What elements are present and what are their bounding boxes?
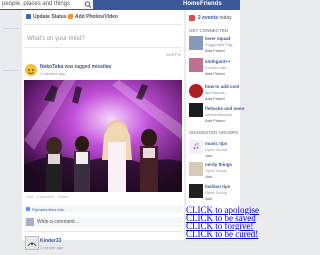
sidebar-divider (3, 28, 19, 29)
composer-divider (24, 24, 182, 25)
add-friend-link[interactable]: Add Friend (205, 118, 225, 123)
tab-update-status[interactable]: Update Status (26, 14, 67, 20)
add-friend-link[interactable]: Add Friend (205, 96, 225, 101)
events-link[interactable]: 2 events (198, 15, 218, 21)
sort-dropdown[interactable]: SORT ▾ (166, 52, 180, 57)
suggestion-thumbnail[interactable] (189, 103, 203, 117)
group-subtitle: Open Group (205, 190, 228, 195)
suggestion-name[interactable]: how to add cool (205, 84, 239, 89)
pencil-icon (26, 14, 31, 19)
status-input[interactable]: What's on your mind? (27, 36, 85, 42)
group-thumbnail[interactable] (189, 184, 203, 198)
tab-add-photos[interactable]: Add Photos/Video (68, 14, 118, 20)
author-avatar[interactable] (25, 236, 39, 250)
post-author-link[interactable]: NekoTaka (40, 64, 63, 70)
suggestion-subtitle: Suggested Pag... (205, 42, 236, 47)
post-caption: Like · Comment · Share (26, 194, 69, 199)
group-subtitle: Open Group (205, 147, 228, 152)
overlay-link-cured[interactable]: CLICK to be cured! (186, 230, 258, 239)
composer-divider (24, 47, 182, 48)
likes-text: Flymaria likes this. (32, 207, 65, 212)
join-group-link[interactable]: Join (205, 174, 212, 179)
search-input[interactable]: people, places and things (0, 0, 84, 9)
commenter-avatar (26, 218, 34, 226)
section-heading: SUGGESTED GROUPS (189, 130, 239, 135)
likes-summary[interactable]: Flymaria likes this. (24, 205, 182, 213)
post-action-text: was tagged (64, 64, 91, 70)
music-note-icon[interactable]: ♫ (189, 140, 203, 154)
tab-add-photos-label: Add Photos/Video (75, 14, 118, 20)
post-header: NekoTaka was tagged missilav (40, 64, 111, 70)
thumbs-up-icon (26, 207, 30, 211)
nav-friends-link[interactable]: Friends (200, 0, 222, 9)
post-tagged-link[interactable]: missilav (92, 64, 112, 70)
author-avatar[interactable] (25, 64, 37, 76)
post-timestamp[interactable]: 2 minutes ago (40, 71, 65, 76)
smiley-icon (28, 69, 34, 74)
add-friend-link[interactable]: Add Friend (205, 48, 225, 53)
suggestion-thumbnail[interactable] (189, 58, 203, 72)
suggestion-name[interactable]: lover squad (205, 36, 230, 41)
composer-tabs: Update Status Add Photos/Video (22, 13, 184, 23)
group-subtitle: Open Group (205, 168, 228, 173)
suggestion-name[interactable]: fleltacks and more (205, 106, 245, 111)
join-group-link[interactable]: Join (205, 153, 212, 158)
group-name[interactable]: nerdy things (205, 162, 232, 167)
group-name[interactable]: music tips (205, 141, 227, 146)
section-heading: GET CONNECTED (189, 28, 229, 33)
suggestion-subtitle: and friends... (205, 90, 229, 95)
search-icon[interactable] (83, 0, 93, 9)
nav-home-link[interactable]: Home (183, 0, 200, 9)
news-feed: Update Status Add Photos/Video What's on… (22, 10, 184, 250)
events-reminder[interactable]: 2 events today (198, 15, 232, 21)
calendar-icon (189, 15, 195, 21)
comment-row: Write a comment... (24, 217, 182, 227)
comment-input[interactable]: Write a comment... (37, 219, 79, 225)
group-thumbnail[interactable] (189, 162, 203, 176)
tab-update-status-label: Update Status (33, 14, 67, 20)
post-photo[interactable] (24, 80, 182, 192)
suggestion-subtitle: Friends with ... (205, 65, 232, 70)
group-name[interactable]: fashion tips (205, 184, 230, 189)
sidebar-divider (3, 70, 19, 71)
post-timestamp[interactable]: 1 minute ago (40, 245, 63, 250)
events-suffix: today (219, 15, 232, 21)
camera-icon (68, 14, 73, 19)
suggestion-subtitle: rainbowfilozard (205, 112, 232, 117)
suggestion-thumbnail[interactable] (189, 84, 203, 98)
join-group-link[interactable]: Join (205, 196, 212, 201)
post-divider (24, 231, 182, 232)
left-sidebar (0, 10, 22, 240)
post-author-link[interactable]: Kinder33 (40, 238, 61, 244)
suggestion-name[interactable]: slothgant++ (205, 59, 231, 64)
suggestion-thumbnail[interactable] (189, 36, 203, 50)
add-friend-link[interactable]: Add Friend (205, 71, 225, 76)
